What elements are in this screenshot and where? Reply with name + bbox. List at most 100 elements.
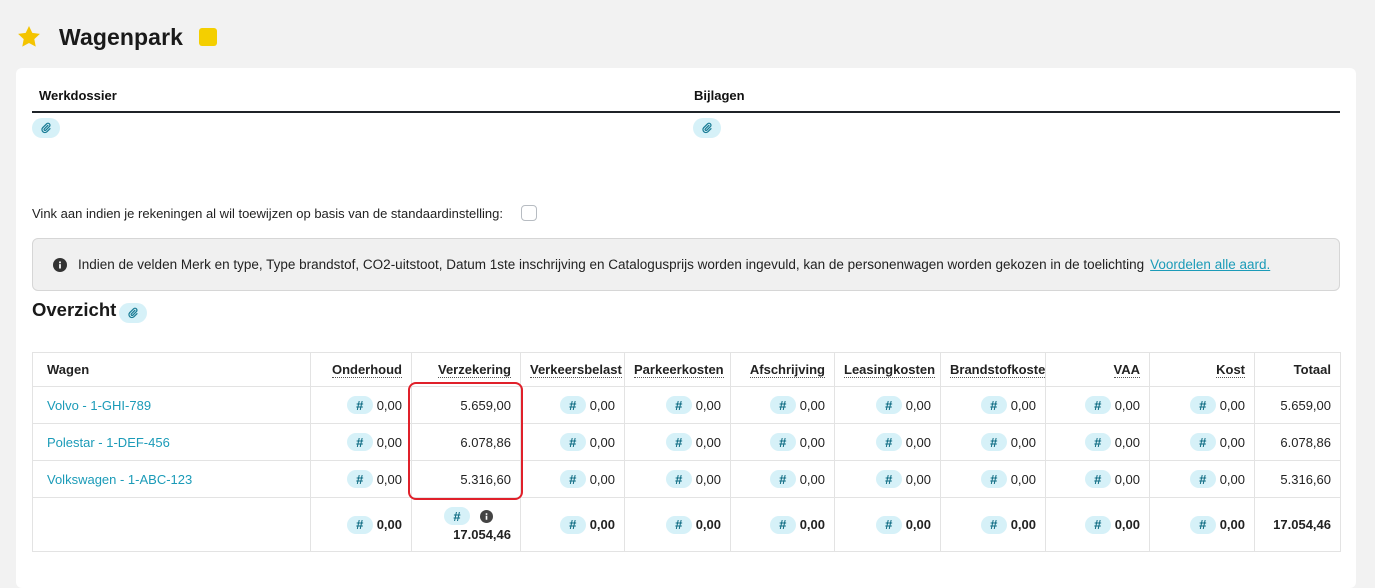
brandstofkosten-cell: #0,00 xyxy=(940,423,1046,461)
hash-button[interactable]: # xyxy=(875,470,902,488)
leasingkosten-cell: #0,00 xyxy=(834,423,941,461)
hash-button[interactable]: # xyxy=(346,433,373,451)
hash-button[interactable]: # xyxy=(559,515,586,534)
cell-value: 0,00 xyxy=(799,434,825,450)
total-verkeersbelast-cell: #0,00 xyxy=(520,497,625,552)
col-header-brandstofkosten[interactable]: Brandstofkoste xyxy=(940,352,1046,387)
cell-value: 0,00 xyxy=(1219,397,1245,413)
hash-button[interactable]: # xyxy=(980,515,1007,534)
hash-button[interactable]: # xyxy=(1084,396,1111,414)
kost-cell: #0,00 xyxy=(1149,423,1255,461)
car-link[interactable]: Polestar - 1-DEF-456 xyxy=(47,435,170,450)
col-header-verzekering[interactable]: Verzekering xyxy=(411,352,521,387)
cell-value: 0,00 xyxy=(376,434,402,450)
hash-button[interactable]: # xyxy=(665,470,692,488)
hash-button[interactable]: # xyxy=(769,515,796,534)
car-link[interactable]: Volkswagen - 1-ABC-123 xyxy=(47,472,192,487)
col-header-wagen: Wagen xyxy=(32,352,311,387)
cell-value: 0,00 xyxy=(905,434,931,450)
hash-button[interactable]: # xyxy=(769,433,796,451)
bijlagen-header: Bijlagen xyxy=(686,88,1340,113)
cell-value: 0,00 xyxy=(589,471,615,487)
cell-value: 0,00 xyxy=(1219,471,1245,487)
table-row: Polestar - 1-DEF-456 #0,00 6.078,86 #0,0… xyxy=(32,423,1341,461)
car-cell: Polestar - 1-DEF-456 xyxy=(32,423,311,461)
hash-button[interactable]: # xyxy=(1189,396,1216,414)
hash-button[interactable]: # xyxy=(980,470,1007,488)
hash-button[interactable]: # xyxy=(559,470,586,488)
totaal-cell: 5.316,60 xyxy=(1254,460,1341,498)
paperclip-icon xyxy=(128,307,138,319)
col-header-parkeerkosten[interactable]: Parkeerkosten xyxy=(624,352,731,387)
cell-value: 0,00 xyxy=(799,471,825,487)
col-header-onderhoud[interactable]: Onderhoud xyxy=(310,352,412,387)
car-link[interactable]: Volvo - 1-GHI-789 xyxy=(47,398,151,413)
col-header-afschrijving[interactable]: Afschrijving xyxy=(730,352,835,387)
cell-value: 0,00 xyxy=(1114,397,1140,413)
hash-button[interactable]: # xyxy=(1084,433,1111,451)
overview-table: Wagen Onderhoud Verzekering Verkeersbela… xyxy=(32,352,1341,552)
table-row: Volvo - 1-GHI-789 #0,00 5.659,00 #0,00 #… xyxy=(32,386,1341,424)
hash-button[interactable]: # xyxy=(346,515,373,534)
col-header-onderhoud-label: Onderhoud xyxy=(331,362,402,378)
cell-value: 0,00 xyxy=(695,434,721,450)
hash-button[interactable]: # xyxy=(875,515,902,534)
vaa-cell: #0,00 xyxy=(1045,460,1150,498)
hash-button[interactable]: # xyxy=(665,396,692,414)
cell-value: 0,00 xyxy=(1219,434,1245,450)
color-flag-icon[interactable] xyxy=(199,28,218,46)
hash-button[interactable]: # xyxy=(875,396,902,414)
info-text: Indien de velden Merk en type, Type bran… xyxy=(78,257,1145,272)
bijlagen-attach-button[interactable] xyxy=(693,118,721,138)
main-card: Werkdossier Bijlagen Vink aan indien je … xyxy=(16,68,1356,588)
col-header-kost[interactable]: Kost xyxy=(1149,352,1255,387)
page-header: Wagenpark xyxy=(16,20,218,54)
hash-button[interactable]: # xyxy=(1189,433,1216,451)
default-assign-checkbox[interactable] xyxy=(520,205,537,221)
table-row: Volkswagen - 1-ABC-123 #0,00 5.316,60 #0… xyxy=(32,460,1341,498)
info-icon[interactable] xyxy=(480,509,493,523)
col-header-leasingkosten-label: Leasingkosten xyxy=(844,362,936,378)
hash-button[interactable]: # xyxy=(980,433,1007,451)
hash-button[interactable]: # xyxy=(980,396,1007,414)
hash-button[interactable]: # xyxy=(346,396,373,414)
total-verzekering-cell: # 17.054,46 xyxy=(411,497,521,552)
hash-button[interactable]: # xyxy=(1189,470,1216,488)
hash-button[interactable]: # xyxy=(559,433,586,451)
star-icon[interactable] xyxy=(16,24,42,50)
hash-button[interactable]: # xyxy=(1084,515,1111,534)
total-value: 17.054,46 xyxy=(453,527,511,542)
afschrijving-cell: #0,00 xyxy=(730,423,835,461)
kost-cell: #0,00 xyxy=(1149,460,1255,498)
totaal-cell: 6.078,86 xyxy=(1254,423,1341,461)
total-value: 0,00 xyxy=(376,517,402,532)
col-header-vaa[interactable]: VAA xyxy=(1045,352,1150,387)
hash-button[interactable]: # xyxy=(769,396,796,414)
col-header-leasingkosten[interactable]: Leasingkosten xyxy=(834,352,941,387)
hash-button[interactable]: # xyxy=(1084,470,1111,488)
overview-attach-button[interactable] xyxy=(119,303,148,323)
hash-button[interactable]: # xyxy=(769,470,796,488)
verkeersbelast-cell: #0,00 xyxy=(520,460,625,498)
cell-value: 0,00 xyxy=(799,397,825,413)
hash-button[interactable]: # xyxy=(346,470,373,488)
voordelen-link[interactable]: Voordelen alle aard. xyxy=(1150,257,1270,272)
hash-button[interactable]: # xyxy=(444,507,470,525)
col-header-verkeersbelast[interactable]: Verkeersbelast xyxy=(520,352,625,387)
hash-button[interactable]: # xyxy=(1189,515,1216,534)
cell-value: 0,00 xyxy=(376,471,402,487)
kost-cell: #0,00 xyxy=(1149,386,1255,424)
werkdossier-attach-button[interactable] xyxy=(32,118,60,138)
hash-button[interactable]: # xyxy=(665,433,692,451)
hash-button[interactable]: # xyxy=(875,433,902,451)
hash-button[interactable]: # xyxy=(559,396,586,414)
cell-value: 0,00 xyxy=(589,397,615,413)
hash-button[interactable]: # xyxy=(665,515,692,534)
onderhoud-cell: #0,00 xyxy=(310,423,412,461)
verkeersbelast-cell: #0,00 xyxy=(520,386,625,424)
cell-value: 0,00 xyxy=(1114,471,1140,487)
vaa-cell: #0,00 xyxy=(1045,423,1150,461)
totals-row: #0,00 # 17.054,46 # 0,00 # 0,00 # 0,00 #… xyxy=(32,497,1341,552)
total-value: 0,00 xyxy=(695,517,721,532)
afschrijving-cell: #0,00 xyxy=(730,460,835,498)
